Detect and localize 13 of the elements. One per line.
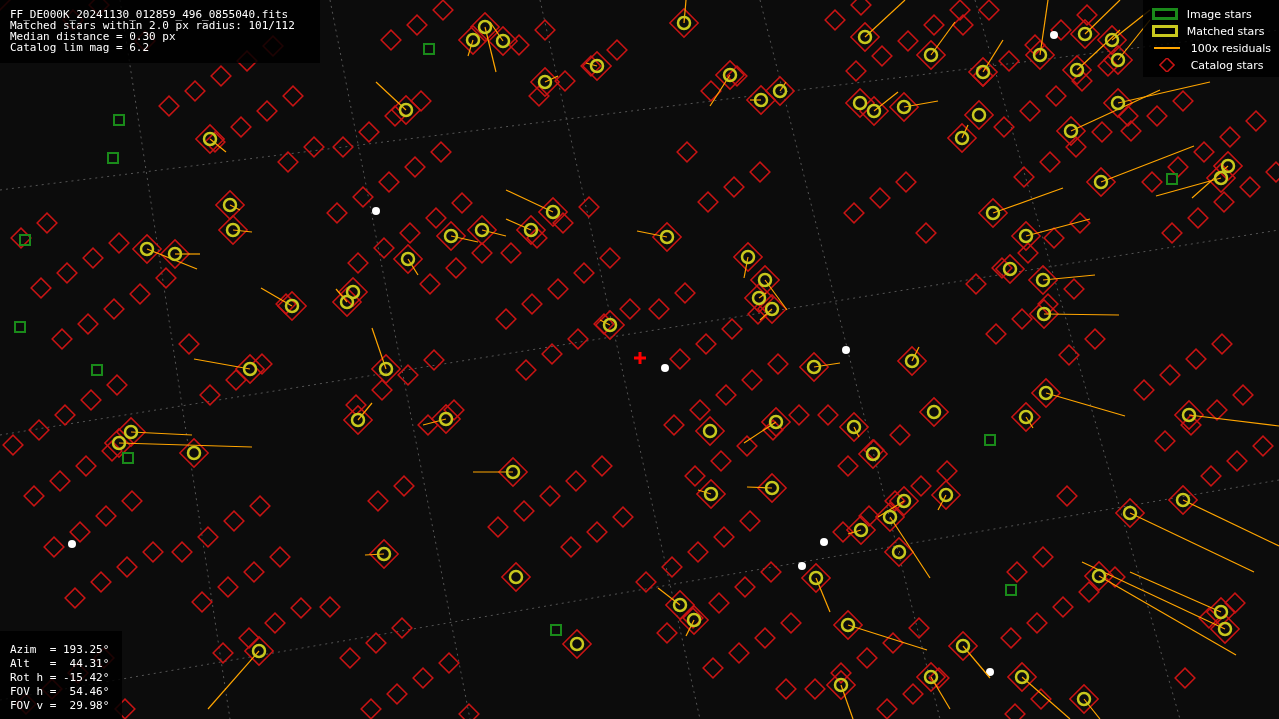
pointing-text: FOV v = 29.98° xyxy=(10,699,111,713)
info-text: Catalog lim mag = 6.2 xyxy=(10,42,151,53)
pointing-text: Azim = 193.25° xyxy=(10,643,111,657)
info-text: Matched stars within 2.0 px radius: 101/112 xyxy=(10,20,296,31)
legend-label: Catalog stars xyxy=(1190,58,1264,72)
legend-label: Image stars xyxy=(1186,7,1252,21)
info-text: FF_DE000K_20241130_012859_496_0855040.fits xyxy=(10,9,290,20)
pointing-text: Rot h = -15.42° xyxy=(10,671,111,685)
pointing-text: FOV h = 54.46° xyxy=(10,685,111,699)
legend-label: Matched stars xyxy=(1186,24,1265,38)
legend-label: 100x residuals xyxy=(1190,41,1271,55)
pointing-text: Alt = 44.31° xyxy=(10,657,111,671)
info-text: Median distance = 0.30 px xyxy=(10,31,176,42)
